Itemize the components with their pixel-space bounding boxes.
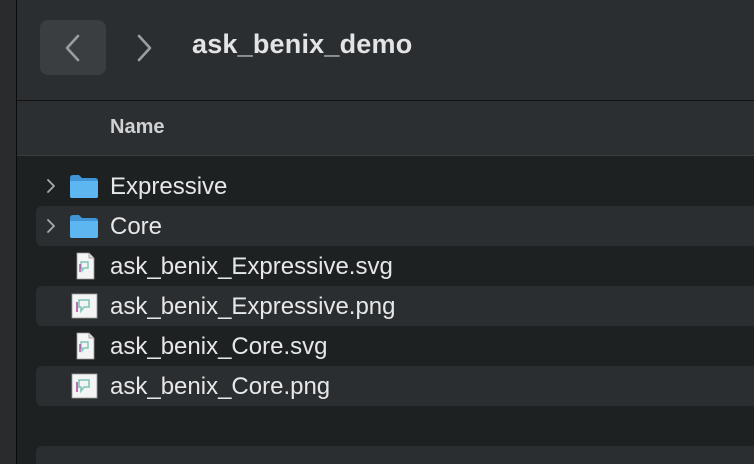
- toolbar: ask_benix_demo: [17, 0, 754, 101]
- empty-list-row: [36, 446, 754, 464]
- file-name: ask_benix_Expressive.png: [110, 293, 396, 320]
- folder-icon: [69, 172, 99, 200]
- forward-button[interactable]: [122, 20, 166, 75]
- folder-icon: [69, 212, 99, 240]
- name-column-header[interactable]: Name: [110, 116, 164, 139]
- column-header: Name: [17, 101, 754, 156]
- list-item-folder-core[interactable]: Core: [36, 206, 754, 246]
- file-name: Core: [110, 213, 163, 240]
- file-name: Expressive: [110, 173, 228, 200]
- png-file-icon: [69, 372, 99, 400]
- file-name: ask_benix_Core.png: [110, 373, 331, 400]
- disclosure-chevron-icon[interactable]: [44, 176, 58, 196]
- list-item-folder-expressive[interactable]: Expressive: [36, 166, 754, 206]
- chevron-left-icon: [65, 34, 80, 61]
- file-name: ask_benix_Core.svg: [110, 333, 328, 360]
- chevron-right-icon: [137, 34, 152, 61]
- window-left-edge: [0, 0, 17, 464]
- file-list: Expressive Core ask_benix_Expressive.svg…: [17, 166, 754, 406]
- list-item-file-expressive-svg[interactable]: ask_benix_Expressive.svg: [36, 246, 754, 286]
- disclosure-chevron-icon[interactable]: [44, 216, 58, 236]
- png-file-icon: [69, 292, 99, 320]
- window-title: ask_benix_demo: [192, 29, 413, 59]
- file-name: ask_benix_Expressive.svg: [110, 253, 393, 280]
- list-item-file-expressive-png[interactable]: ask_benix_Expressive.png: [36, 286, 754, 326]
- back-button[interactable]: [40, 20, 106, 75]
- list-item-file-core-png[interactable]: ask_benix_Core.png: [36, 366, 754, 406]
- finder-window: ask_benix_demo Name Expressive Core ask_…: [17, 0, 754, 464]
- list-item-file-core-svg[interactable]: ask_benix_Core.svg: [36, 326, 754, 366]
- svg-file-icon: [69, 332, 99, 360]
- svg-file-icon: [69, 252, 99, 280]
